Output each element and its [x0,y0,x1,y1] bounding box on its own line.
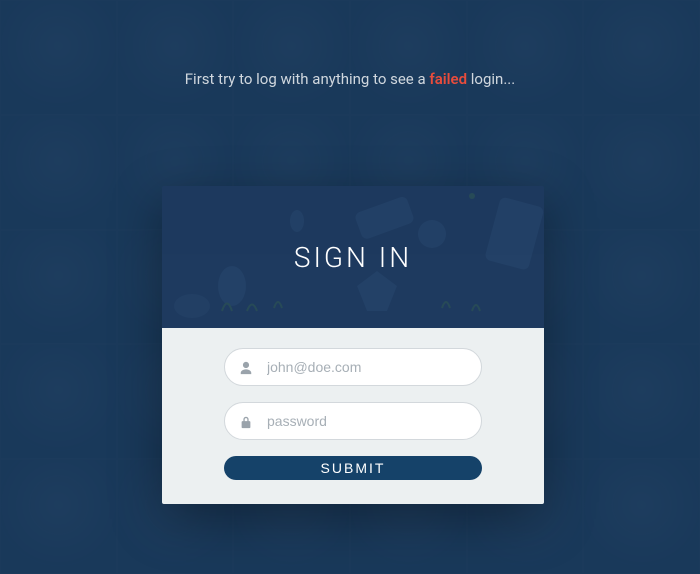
password-field[interactable] [224,402,482,440]
email-field-wrap [224,348,482,386]
hint-highlight: failed [429,70,467,88]
email-field[interactable] [224,348,482,386]
user-icon [239,360,253,374]
hint-text: First try to log with anything to see a … [0,70,700,88]
card-body: SUBMIT [162,328,544,504]
card-title: SIGN IN [294,241,412,274]
hint-suffix: login... [467,70,515,88]
hint-prefix: First try to log with anything to see a [185,70,430,88]
lock-icon [239,414,253,428]
password-field-wrap [224,402,482,440]
signin-card: SIGN IN SUBMIT [162,186,544,504]
card-header: SIGN IN [162,186,544,328]
submit-button[interactable]: SUBMIT [224,456,482,480]
